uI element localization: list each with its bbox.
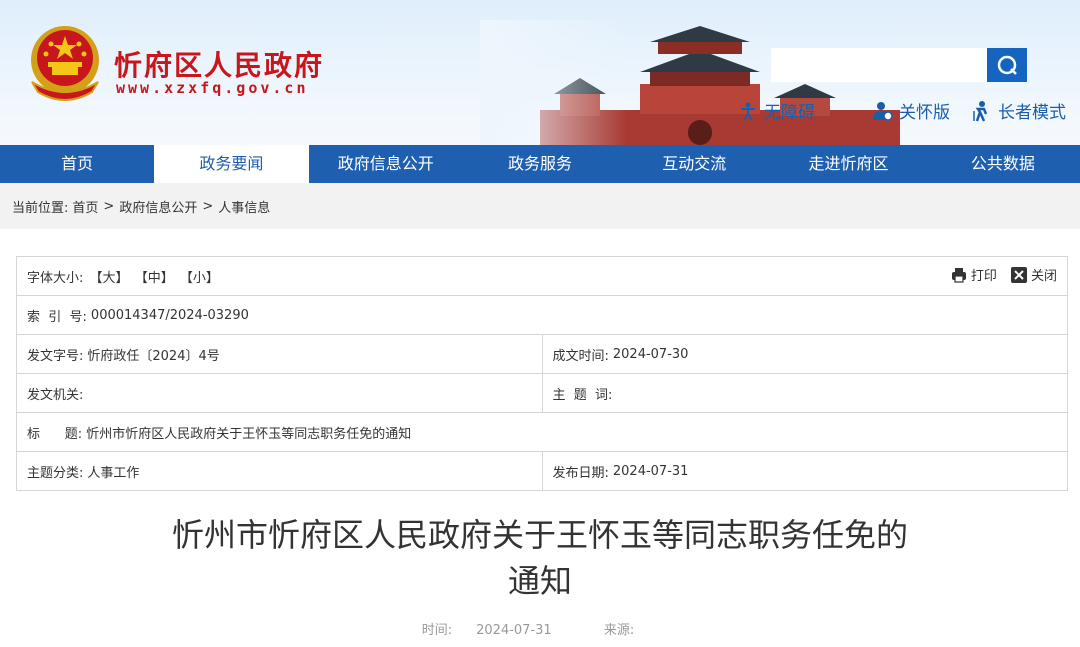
page-tools: 打印 关闭 — [941, 265, 1057, 287]
close-icon — [1010, 266, 1027, 283]
breadcrumb-separator: > — [202, 198, 214, 214]
category-value: 人事工作 — [87, 465, 140, 481]
nav-item-public-data[interactable]: 公共数据 — [926, 145, 1080, 183]
breadcrumb: 当前位置: 首页 > 政府信息公开 > 人事信息 — [0, 183, 1080, 229]
font-size-label: 字体大小: — [27, 270, 84, 286]
site-url: www.xzxfq.gov.cn — [116, 79, 309, 97]
elder-mode-link[interactable]: 长者模式 — [970, 98, 1066, 123]
nav-item-info-disclosure[interactable]: 政府信息公开 — [309, 145, 463, 183]
article-time: 时间: 2024-07-31 — [410, 623, 564, 638]
font-size-large-button[interactable]: 【大】 — [90, 271, 129, 286]
print-label: 打印 — [970, 269, 997, 285]
article-title-line-2: 通知 — [507, 562, 572, 600]
title-cell: 标 题: 忻州市忻府区人民政府关于王怀玉等同志职务任免的通知 — [17, 413, 1067, 451]
breadcrumb-home[interactable]: 首页 — [72, 197, 98, 216]
index-cell: 索 引 号: 000014347/2024-03290 — [17, 296, 1067, 334]
font-size-small-button[interactable]: 【小】 — [180, 271, 219, 286]
title-value: 忻州市忻府区人民政府关于王怀玉等同志职务任免的通知 — [86, 426, 412, 442]
info-row-doc-number: 发文字号: 忻府政任〔2024〕4号 成文时间: 2024-07-30 — [17, 335, 1067, 374]
search-input[interactable] — [771, 48, 987, 82]
article-meta: 时间: 2024-07-31 来源: — [0, 619, 1080, 638]
created-date-cell: 成文时间: 2024-07-30 — [541, 335, 1068, 373]
doc-number-value: 忻府政任〔2024〕4号 — [87, 348, 220, 364]
main-nav: 首页 政务要闻 政府信息公开 政务服务 互动交流 走进忻府区 公共数据 — [0, 145, 1080, 183]
accessibility-link[interactable]: 无障碍 — [738, 98, 815, 123]
publish-date-cell: 发布日期: 2024-07-31 — [541, 452, 1068, 490]
info-row-category: 主题分类: 人事工作 发布日期: 2024-07-31 — [17, 452, 1067, 490]
article-time-label: 时间: — [421, 623, 453, 638]
doc-number-key: 发文字号: — [27, 348, 84, 364]
nav-item-government-services[interactable]: 政务服务 — [463, 145, 617, 183]
nav-item-about-district[interactable]: 走进忻府区 — [771, 145, 925, 183]
category-cell: 主题分类: 人事工作 — [17, 452, 542, 490]
accessibility-label: 无障碍 — [764, 103, 815, 123]
article-source-label: 来源: — [603, 623, 635, 638]
keywords-key: 主 题 词: — [552, 387, 613, 403]
national-emblem-icon — [31, 26, 99, 101]
print-icon — [951, 267, 966, 283]
created-date-value: 2024-07-30 — [612, 346, 689, 362]
care-mode-label: 关怀版 — [899, 103, 950, 123]
article-title: 忻州市忻府区人民政府关于王怀玉等同志职务任免的 通知 — [140, 512, 940, 604]
print-button[interactable]: 打印 — [951, 265, 997, 284]
site-name: 忻府区人民政府 — [114, 49, 325, 82]
elder-mode-label: 长者模式 — [998, 103, 1066, 123]
close-label: 关闭 — [1030, 269, 1057, 285]
toolbar-row: 字体大小: 【大】 【中】 【小】 打印 关闭 — [17, 257, 1067, 296]
search-button[interactable] — [987, 48, 1027, 82]
issuer-cell: 发文机关: — [17, 374, 542, 412]
doc-number-cell: 发文字号: 忻府政任〔2024〕4号 — [17, 335, 542, 373]
created-date-key: 成文时间: — [552, 348, 609, 364]
search-icon — [997, 55, 1017, 75]
article-title-line-1: 忻州市忻府区人民政府关于王怀玉等同志职务任免的 — [171, 516, 908, 554]
nav-item-government-news[interactable]: 政务要闻 — [154, 145, 309, 183]
font-size-controls: 字体大小: 【大】 【中】 【小】 — [27, 267, 219, 286]
article-time-value: 2024-07-31 — [476, 623, 552, 638]
breadcrumb-personnel-info[interactable]: 人事信息 — [218, 197, 270, 216]
keywords-cell: 主 题 词: — [541, 374, 1068, 412]
title-key: 标 题: — [27, 426, 83, 442]
nav-item-home[interactable]: 首页 — [0, 145, 154, 183]
city-gate-illustration — [480, 20, 900, 145]
elder-mode-icon — [973, 100, 988, 122]
accessibility-icon — [741, 102, 755, 121]
category-key: 主题分类: — [27, 465, 84, 481]
info-row-issuer: 发文机关: 主 题 词: — [17, 374, 1067, 413]
breadcrumb-info-disclosure[interactable]: 政府信息公开 — [119, 197, 197, 216]
info-row-title: 标 题: 忻州市忻府区人民政府关于王怀玉等同志职务任免的通知 — [17, 413, 1067, 452]
issuer-key: 发文机关: — [27, 387, 84, 403]
info-row-index: 索 引 号: 000014347/2024-03290 — [17, 296, 1067, 335]
breadcrumb-prefix: 当前位置: — [12, 200, 69, 216]
nav-item-interaction[interactable]: 互动交流 — [617, 145, 771, 183]
care-mode-link[interactable]: 关怀版 — [871, 98, 950, 123]
breadcrumb-separator: > — [103, 198, 115, 214]
publish-date-value: 2024-07-31 — [612, 463, 689, 479]
close-button[interactable]: 关闭 — [1010, 265, 1057, 285]
site-header: 忻府区人民政府 www.xzxfq.gov.cn 无障碍 关怀版 长者模式 — [0, 0, 1080, 145]
index-key: 索 引 号: — [27, 309, 87, 325]
article-source: 来源: — [592, 623, 670, 638]
publish-date-key: 发布日期: — [552, 465, 609, 481]
document-info-table: 字体大小: 【大】 【中】 【小】 打印 关闭 索 引 号: 000014347… — [16, 256, 1068, 491]
font-size-medium-button[interactable]: 【中】 — [135, 271, 174, 286]
care-mode-icon — [873, 101, 893, 121]
index-value: 000014347/2024-03290 — [90, 307, 249, 323]
